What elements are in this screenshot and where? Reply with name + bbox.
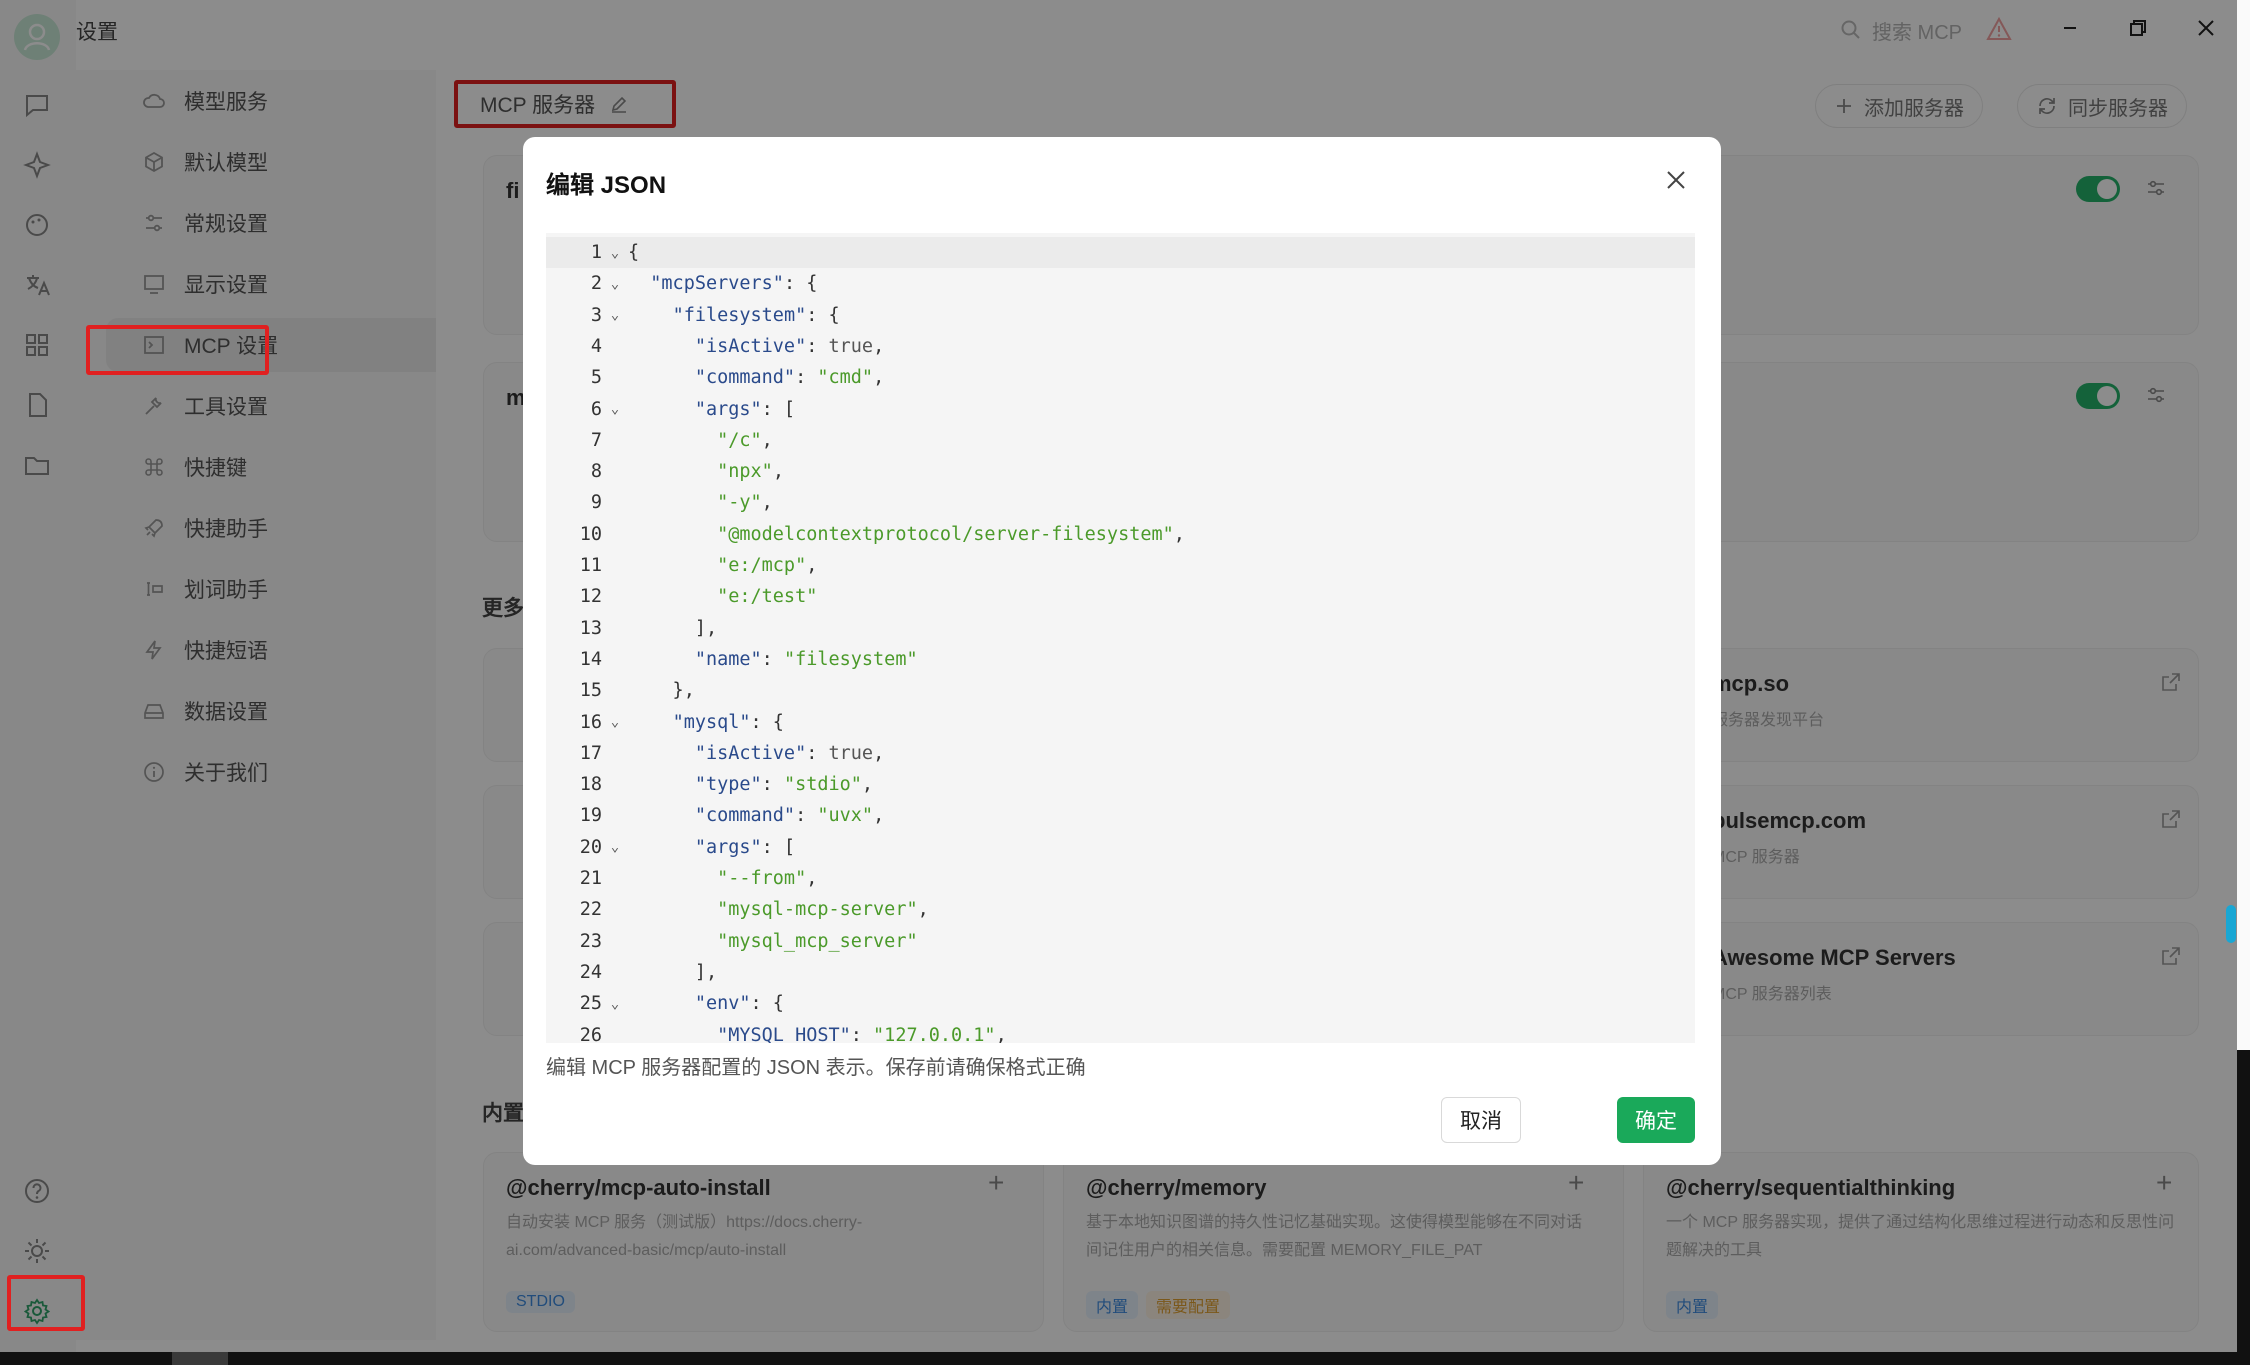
code-line[interactable]: 4 "isActive": true, — [546, 331, 1695, 362]
modal-title: 编辑 JSON — [546, 172, 667, 199]
line-number: 18 — [579, 774, 602, 796]
line-number: 12 — [579, 586, 602, 608]
code-line[interactable]: 23 "mysql_mcp_server" — [546, 926, 1695, 957]
code-text: "--from", — [717, 868, 818, 889]
code-text: "npx", — [717, 461, 784, 483]
line-number: 25 — [579, 993, 602, 1015]
code-text: { — [628, 242, 640, 263]
code-text: "command": "cmd", — [694, 367, 885, 389]
fold-chevron-icon[interactable]: ⌄ — [602, 245, 628, 261]
code-line[interactable]: 14 "name": "filesystem" — [546, 644, 1695, 675]
annotation-box-settings — [7, 1275, 85, 1331]
edit-json-modal: 编辑 JSON 26 "MYSQL_HOST": "127.0.0.1", 25 ⌄… — [523, 137, 1721, 1165]
code-text: "@modelcontextprotocol/server-filesystem… — [717, 523, 1185, 545]
code-line[interactable]: 7 "/c", — [546, 425, 1695, 456]
code-text: "mysql-mcp-server", — [717, 899, 929, 921]
line-number: 4 — [590, 335, 602, 357]
code-text: "env": { — [694, 993, 784, 1015]
code-text: "e:/mcp", — [717, 555, 818, 576]
code-line[interactable]: 21 "--from", — [546, 863, 1695, 894]
line-number: 5 — [590, 367, 602, 389]
code-text: "/c", — [717, 429, 773, 451]
page-scrollbar[interactable] — [2226, 905, 2236, 943]
line-number: 15 — [579, 680, 602, 702]
line-number: 16 — [579, 711, 602, 733]
code-text: "args": [ — [694, 398, 796, 420]
line-number: 7 — [590, 429, 602, 451]
fold-chevron-icon[interactable]: ⌄ — [602, 839, 628, 855]
close-icon[interactable] — [1661, 165, 1691, 195]
code-text: "isActive": true, — [694, 335, 885, 357]
code-text: "-y", — [717, 492, 773, 514]
code-text: ], — [628, 617, 718, 639]
fold-chevron-icon[interactable]: ⌄ — [602, 307, 628, 323]
code-line[interactable]: 24 ], — [546, 957, 1695, 988]
line-number: 17 — [579, 742, 602, 764]
code-text: "command": "uvx", — [694, 805, 885, 827]
fold-chevron-icon[interactable]: ⌄ — [602, 996, 628, 1012]
code-line[interactable]: 13 ], — [546, 613, 1695, 644]
code-line[interactable]: 10 "@modelcontextprotocol/server-filesys… — [546, 519, 1695, 550]
code-text: }, — [628, 680, 695, 702]
code-text: ], — [628, 961, 718, 983]
line-number: 20 — [579, 836, 602, 858]
fold-chevron-icon[interactable]: ⌄ — [602, 276, 628, 292]
code-line[interactable]: 26 "MYSQL_HOST": "127.0.0.1", — [546, 1020, 1695, 1044]
cancel-button[interactable]: 取消 — [1441, 1097, 1521, 1143]
code-text: "mcpServers": { — [650, 273, 818, 295]
code-line[interactable]: 25 ⌄ "env": { — [546, 988, 1695, 1019]
code-line[interactable]: 2 ⌄ "mcpServers": { — [546, 268, 1695, 299]
modal-hint: 编辑 MCP 服务器配置的 JSON 表示。保存前请确保格式正确 — [546, 1057, 1086, 1079]
line-number: 14 — [579, 648, 602, 670]
code-text: "mysql_mcp_server" — [717, 930, 918, 952]
line-number: 6 — [590, 398, 602, 420]
fold-chevron-icon[interactable]: ⌄ — [602, 401, 628, 417]
code-line[interactable]: 1 ⌄{ — [546, 237, 1695, 268]
code-line[interactable]: 20 ⌄ "args": [ — [546, 832, 1695, 863]
code-line[interactable]: 17 "isActive": true, — [546, 738, 1695, 769]
code-text: "name": "filesystem" — [694, 648, 918, 670]
taskbar-item[interactable] — [172, 1352, 228, 1365]
line-number: 10 — [579, 523, 602, 545]
code-line[interactable]: 12 "e:/test" — [546, 581, 1695, 612]
line-number: 22 — [579, 899, 602, 921]
code-text: "filesystem": { — [672, 304, 840, 326]
code-line[interactable]: 16 ⌄ "mysql": { — [546, 707, 1695, 738]
code-text: "MYSQL_HOST": "127.0.0.1", — [717, 1024, 1007, 1044]
fold-chevron-icon[interactable]: ⌄ — [602, 714, 628, 730]
line-number: 19 — [579, 805, 602, 827]
code-text: "args": [ — [694, 836, 796, 858]
line-number: 2 — [590, 273, 602, 295]
line-number: 26 — [579, 1024, 602, 1044]
window-edge-dark — [2237, 1050, 2250, 1352]
line-number: 1 — [590, 242, 602, 263]
taskbar — [0, 1352, 2250, 1365]
line-number: 24 — [579, 961, 602, 983]
confirm-button[interactable]: 确定 — [1617, 1097, 1695, 1143]
code-text: "isActive": true, — [694, 742, 885, 764]
line-number: 13 — [579, 617, 602, 639]
line-number: 3 — [590, 304, 602, 326]
code-line[interactable]: 18 "type": "stdio", — [546, 769, 1695, 800]
code-line[interactable]: 5 "command": "cmd", — [546, 362, 1695, 393]
code-line[interactable]: 19 "command": "uvx", — [546, 800, 1695, 831]
annotation-box-mcp-nav — [86, 325, 269, 375]
line-number: 9 — [590, 492, 602, 514]
code-text: "e:/test" — [717, 586, 818, 608]
line-number: 21 — [579, 868, 602, 889]
line-number: 11 — [579, 555, 602, 576]
code-line[interactable]: 11 "e:/mcp", — [546, 550, 1695, 581]
code-line[interactable]: 9 "-y", — [546, 487, 1695, 518]
code-line[interactable]: 3 ⌄ "filesystem": { — [546, 300, 1695, 331]
code-line[interactable]: 8 "npx", — [546, 456, 1695, 487]
code-text: "type": "stdio", — [694, 774, 874, 796]
line-number: 8 — [590, 461, 602, 483]
line-number: 23 — [579, 930, 602, 952]
code-line[interactable]: 22 "mysql-mcp-server", — [546, 894, 1695, 925]
code-line[interactable]: 15 }, — [546, 675, 1695, 706]
code-line[interactable]: 6 ⌄ "args": [ — [546, 394, 1695, 425]
code-text: "mysql": { — [672, 711, 784, 733]
json-editor[interactable]: 26 "MYSQL_HOST": "127.0.0.1", 25 ⌄ "env": … — [546, 233, 1695, 1043]
